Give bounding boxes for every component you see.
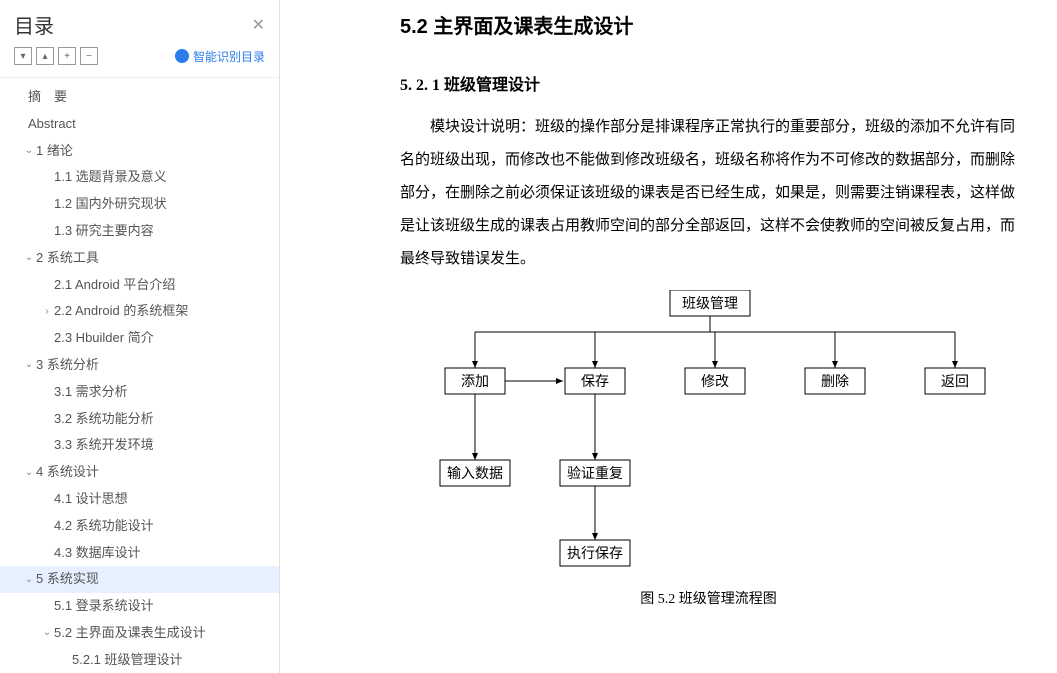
toc-item[interactable]: ⌄1 绪论 — [0, 138, 279, 165]
toc-item[interactable]: ·4.2 系统功能设计 — [0, 513, 279, 540]
toc-item[interactable]: ·2.3 Hbuilder 简介 — [0, 325, 279, 352]
smart-toc-label: 智能识别目录 — [193, 48, 265, 65]
toc-item-label: 3 系统分析 — [36, 355, 269, 376]
toc-item-label: 4 系统设计 — [36, 462, 269, 483]
toc-item[interactable]: ⌄2 系统工具 — [0, 245, 279, 272]
svg-text:添加: 添加 — [461, 374, 489, 390]
toc-item-label: 2.3 Hbuilder 简介 — [54, 328, 269, 349]
svg-text:执行保存: 执行保存 — [567, 546, 623, 562]
svg-text:验证重复: 验证重复 — [567, 465, 623, 482]
toc-item-label: 5.2.1 班级管理设计 — [72, 650, 269, 671]
toc-item[interactable]: ⌄4 系统设计 — [0, 459, 279, 486]
toc-item-label: 1.3 研究主要内容 — [54, 221, 269, 242]
toc-item-label: 1 绪论 — [36, 141, 269, 162]
chevron-down-icon[interactable]: ⌄ — [40, 625, 54, 641]
heading-2: 5.2 主界面及课表生成设计 — [400, 10, 1017, 39]
toc-sidebar: 目录 ✕ ▾ ▴ + − 智能识别目录 ·摘 要·Abstract⌄1 绪论·1… — [0, 0, 280, 673]
expand-all-icon[interactable]: ▴ — [36, 47, 54, 65]
toc-item[interactable]: ›2.2 Android 的系统框架 — [0, 298, 279, 325]
toc-item[interactable]: ·3.2 系统功能分析 — [0, 406, 279, 433]
svg-text:输入数据: 输入数据 — [447, 466, 503, 482]
zoom-out-icon[interactable]: − — [80, 47, 98, 65]
toc-item-label: 2 系统工具 — [36, 248, 269, 269]
toc-item-label: 4.2 系统功能设计 — [54, 516, 269, 537]
svg-text:删除: 删除 — [821, 374, 849, 390]
toc-toolbar: ▾ ▴ + − — [14, 47, 98, 65]
heading-3: 5. 2. 1 班级管理设计 — [400, 71, 1017, 95]
toc-item[interactable]: ⌄3 系统分析 — [0, 352, 279, 379]
toc-item-label: 3.1 需求分析 — [54, 382, 269, 403]
sidebar-header: 目录 ✕ ▾ ▴ + − 智能识别目录 — [0, 0, 279, 71]
toc-item[interactable]: ·1.1 选题背景及意义 — [0, 164, 279, 191]
toc-item[interactable]: ⌄5.2 主界面及课表生成设计 — [0, 620, 279, 647]
toc-item[interactable]: ·4.1 设计思想 — [0, 486, 279, 513]
toc-item[interactable]: ·Abstract — [0, 111, 279, 138]
chevron-down-icon[interactable]: ⌄ — [22, 143, 36, 159]
chevron-right-icon[interactable]: › — [40, 304, 54, 320]
toc-item-label: 4.3 数据库设计 — [54, 543, 269, 564]
toc-item-label: 5.1 登录系统设计 — [54, 596, 269, 617]
flowchart-svg: 班级管理 添加 保存 修改 删除 返回 — [410, 290, 990, 580]
svg-text:返回: 返回 — [941, 374, 969, 390]
toc-item[interactable]: ·5.2.1 班级管理设计 — [0, 647, 279, 673]
toc-item-label: 1.2 国内外研究现状 — [54, 194, 269, 215]
toc-item[interactable]: ·3.3 系统开发环境 — [0, 432, 279, 459]
toc-item[interactable]: ·摘 要 — [0, 84, 279, 111]
sidebar-title: 目录 — [14, 10, 54, 39]
toc-item-label: 4.1 设计思想 — [54, 489, 269, 510]
toc-item[interactable]: ·3.1 需求分析 — [0, 379, 279, 406]
toc-item-label: 摘 要 — [28, 87, 269, 108]
toc-item[interactable]: ·2.1 Android 平台介绍 — [0, 272, 279, 299]
close-icon[interactable]: ✕ — [252, 15, 265, 35]
ai-icon — [175, 49, 189, 63]
toc-item-label: 5.2 主界面及课表生成设计 — [54, 623, 269, 644]
figure-caption: 图 5.2 班级管理流程图 — [400, 588, 1017, 608]
smart-toc-link[interactable]: 智能识别目录 — [175, 48, 265, 65]
svg-text:修改: 修改 — [701, 374, 729, 390]
toc-item-label: Abstract — [28, 114, 269, 135]
toc-item[interactable]: ·1.3 研究主要内容 — [0, 218, 279, 245]
toc-item[interactable]: ·5.1 登录系统设计 — [0, 593, 279, 620]
toc-item-label: 3.2 系统功能分析 — [54, 409, 269, 430]
chevron-down-icon[interactable]: ⌄ — [22, 250, 36, 266]
toc-item[interactable]: ·4.3 数据库设计 — [0, 540, 279, 567]
toc-item-label: 2.1 Android 平台介绍 — [54, 275, 269, 296]
svg-text:保存: 保存 — [581, 374, 609, 390]
chevron-down-icon[interactable]: ⌄ — [22, 357, 36, 373]
collapse-all-icon[interactable]: ▾ — [14, 47, 32, 65]
paragraph: 模块设计说明：班级的操作部分是排课程序正常执行的重要部分，班级的添加不允许有同名… — [400, 111, 1017, 276]
toc-item-label: 3.3 系统开发环境 — [54, 435, 269, 456]
flow-root: 班级管理 — [682, 296, 738, 312]
flow-diagram: 班级管理 添加 保存 修改 删除 返回 — [410, 290, 990, 580]
chevron-down-icon[interactable]: ⌄ — [22, 572, 36, 588]
toc-item-label: 1.1 选题背景及意义 — [54, 167, 269, 188]
toc-item[interactable]: ⌄5 系统实现 — [0, 566, 279, 593]
toc-item[interactable]: ·1.2 国内外研究现状 — [0, 191, 279, 218]
toc-list[interactable]: ·摘 要·Abstract⌄1 绪论·1.1 选题背景及意义·1.2 国内外研究… — [0, 77, 279, 673]
toc-item-label: 2.2 Android 的系统框架 — [54, 301, 269, 322]
chevron-down-icon[interactable]: ⌄ — [22, 465, 36, 481]
toc-item-label: 5 系统实现 — [36, 569, 269, 590]
zoom-in-icon[interactable]: + — [58, 47, 76, 65]
document-content: 5.2 主界面及课表生成设计 5. 2. 1 班级管理设计 模块设计说明：班级的… — [280, 0, 1057, 673]
